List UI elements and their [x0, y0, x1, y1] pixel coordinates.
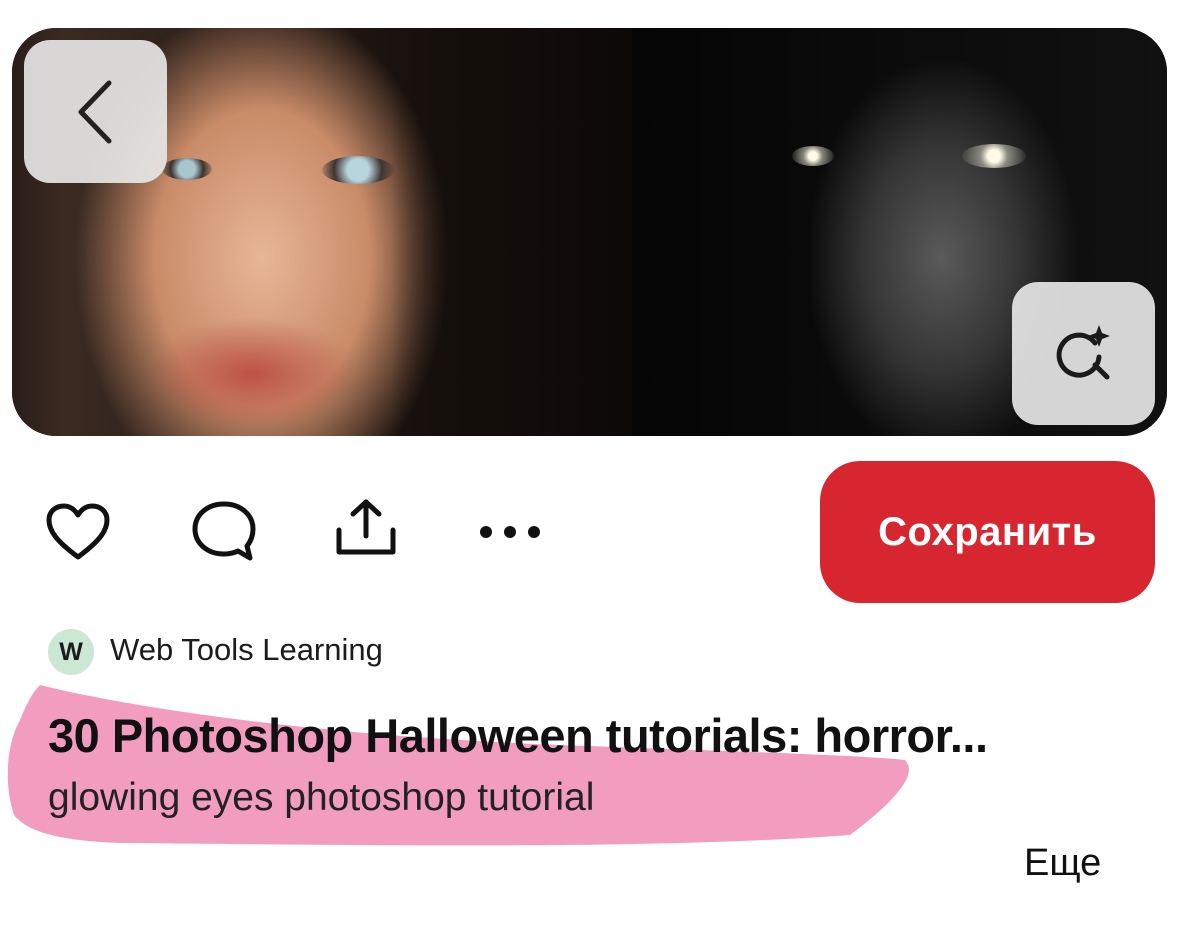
pin-image-hair: [392, 28, 672, 436]
share-button[interactable]: [333, 496, 399, 558]
comment-button[interactable]: [190, 500, 258, 564]
more-link[interactable]: Еще: [1024, 842, 1101, 885]
more-options-button[interactable]: [474, 516, 546, 548]
eye-shape: [322, 156, 394, 184]
save-button[interactable]: Сохранить: [820, 461, 1155, 603]
comment-bubble-icon: [192, 501, 256, 561]
sparkle-search-icon: [1056, 324, 1110, 379]
eye-shape: [162, 158, 212, 180]
glowing-eye-shape: [792, 146, 834, 166]
visual-search-button[interactable]: [1012, 282, 1155, 425]
chevron-left-icon: [78, 80, 111, 143]
pin-image[interactable]: [12, 28, 1167, 436]
pink-highlighter-stroke: [7, 685, 909, 846]
back-button[interactable]: [24, 40, 167, 183]
pin-description: glowing eyes photoshop tutorial: [48, 776, 595, 819]
share-upload-icon: [336, 499, 396, 555]
pin-title: 30 Photoshop Halloween tutorials: horror…: [48, 709, 988, 762]
like-button[interactable]: [45, 502, 111, 562]
glowing-eye-shape: [962, 144, 1026, 168]
author-avatar[interactable]: W: [48, 629, 94, 675]
heart-icon: [46, 503, 110, 560]
author-name[interactable]: Web Tools Learning: [110, 632, 383, 668]
more-dots-icon: [480, 526, 540, 538]
